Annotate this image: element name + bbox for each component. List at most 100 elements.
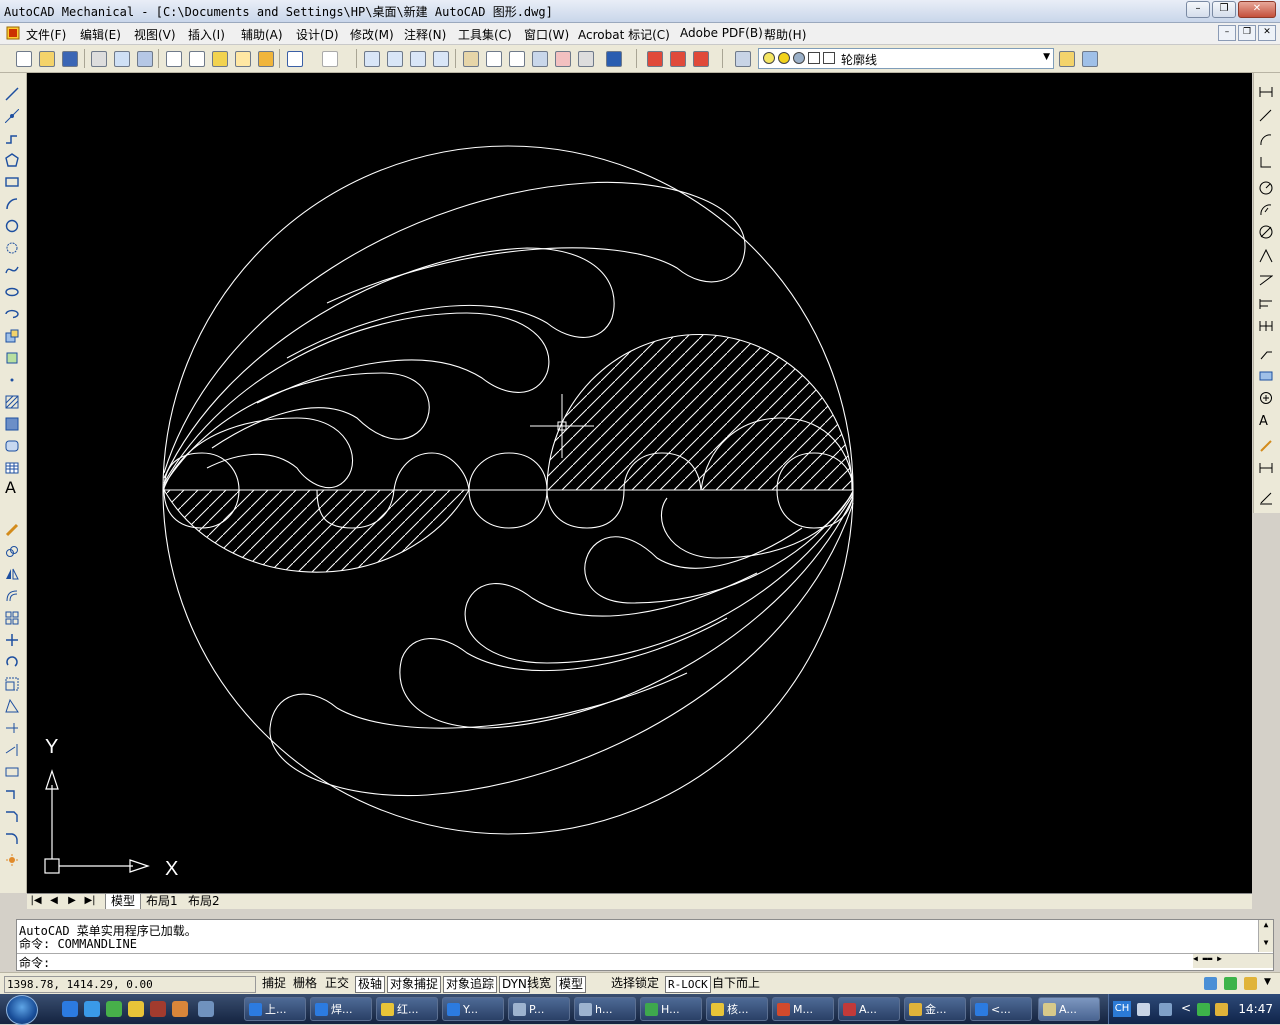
offset-icon[interactable]: [5, 589, 19, 603]
gradient-icon[interactable]: [5, 417, 19, 431]
move-icon[interactable]: [5, 633, 19, 647]
menu-toolsets[interactable]: 工具集(C): [458, 26, 512, 43]
region-icon[interactable]: [5, 439, 19, 453]
angular-dimension-icon[interactable]: [1259, 249, 1273, 263]
doc-restore-button[interactable]: ❐: [1238, 25, 1256, 41]
quick-dimension-icon[interactable]: [1259, 273, 1273, 287]
cut-icon[interactable]: [166, 51, 182, 67]
copy-object-icon[interactable]: [5, 545, 19, 559]
table-icon[interactable]: [5, 461, 19, 475]
layer-viewport-icon[interactable]: [793, 52, 805, 64]
layer-manager-icon[interactable]: [735, 51, 751, 67]
ortho-toggle[interactable]: 正交: [323, 976, 351, 991]
first-tab-icon[interactable]: |◀: [29, 895, 43, 906]
menu-adobe-pdf[interactable]: Adobe PDF(B): [680, 26, 763, 40]
trim-icon[interactable]: [5, 721, 19, 735]
continue-dimension-icon[interactable]: [1259, 319, 1273, 333]
save-icon[interactable]: [62, 51, 78, 67]
command-scrollbar[interactable]: ▲ ▼: [1258, 920, 1273, 952]
baseline-dimension-icon[interactable]: [1259, 297, 1273, 311]
taskbar-item[interactable]: <...: [970, 997, 1032, 1021]
copy-icon[interactable]: [189, 51, 205, 67]
radius-dimension-icon[interactable]: [1259, 181, 1273, 195]
volume-icon[interactable]: [1215, 1003, 1228, 1016]
spline-icon[interactable]: [5, 263, 19, 277]
taskbar-item-active[interactable]: A...: [1038, 997, 1100, 1021]
communication-center-icon[interactable]: [1204, 977, 1217, 990]
break-icon[interactable]: [5, 765, 19, 779]
next-tab-icon[interactable]: ▶: [65, 895, 79, 906]
dimension-style-icon[interactable]: [1259, 491, 1273, 505]
ellipse-icon[interactable]: [5, 285, 19, 299]
last-tab-icon[interactable]: ▶|: [83, 895, 97, 906]
multiline-text-icon[interactable]: A: [5, 480, 19, 496]
rectangle-icon[interactable]: [5, 175, 19, 189]
selection-lock-toggle[interactable]: 选择锁定: [609, 976, 661, 991]
taskbar-item[interactable]: A...: [838, 997, 900, 1021]
layer-on-icon[interactable]: [763, 52, 775, 64]
help-bubble-icon[interactable]: [1159, 1003, 1172, 1016]
taskbar-item[interactable]: M...: [772, 997, 834, 1021]
sheet-set-icon[interactable]: [532, 51, 548, 67]
doc-close-button[interactable]: ✕: [1258, 25, 1276, 41]
markup-icon[interactable]: [555, 51, 571, 67]
chevron-down-icon[interactable]: ▼: [1043, 52, 1050, 62]
aligned-dimension-icon[interactable]: [1259, 109, 1273, 123]
menu-insert[interactable]: 插入(I): [188, 26, 225, 43]
layer-dropdown[interactable]: 轮廓线 ▼: [758, 48, 1054, 69]
layer-states-icon[interactable]: [1082, 51, 1098, 67]
polygon-icon[interactable]: [5, 153, 19, 167]
menu-design[interactable]: 设计(D): [296, 26, 339, 43]
polyline-icon[interactable]: [5, 131, 19, 145]
tab-model[interactable]: 模型: [105, 894, 142, 910]
rotate-icon[interactable]: [5, 655, 19, 669]
clock[interactable]: 14:47: [1238, 1002, 1273, 1016]
fillet-icon[interactable]: [5, 831, 19, 845]
menu-assist[interactable]: 辅助(A): [241, 26, 283, 43]
ie-icon[interactable]: [62, 1001, 78, 1017]
zoom-realtime-icon[interactable]: [387, 51, 403, 67]
menu-file[interactable]: 文件(F): [26, 26, 66, 43]
line-icon[interactable]: [5, 87, 19, 101]
minimize-button[interactable]: –: [1186, 1, 1210, 18]
menu-annotate[interactable]: 注释(N): [404, 26, 446, 43]
bottom-up-toggle[interactable]: 自下而上: [710, 976, 762, 991]
otrack-toggle[interactable]: 对象追踪: [443, 976, 498, 993]
lock-icon[interactable]: [1244, 977, 1257, 990]
scale-icon[interactable]: [5, 677, 19, 691]
layer-freeze-icon[interactable]: [778, 52, 790, 64]
diameter-dimension-icon[interactable]: [1259, 225, 1273, 239]
menu-view[interactable]: 视图(V): [134, 26, 176, 43]
zoom-window-icon[interactable]: [410, 51, 426, 67]
network-icon[interactable]: [1197, 1003, 1210, 1016]
linear-dimension-icon[interactable]: [1259, 85, 1273, 99]
point-icon[interactable]: [5, 373, 19, 387]
pdf-review-icon[interactable]: [693, 51, 709, 67]
undo-icon[interactable]: [287, 51, 303, 67]
calculator-icon[interactable]: [578, 51, 594, 67]
folder-quick-icon[interactable]: [172, 1001, 188, 1017]
layer-previous-icon[interactable]: [1059, 51, 1075, 67]
grid-toggle[interactable]: 栅格: [291, 976, 319, 991]
hatch-icon[interactable]: [5, 395, 19, 409]
taskbar-item[interactable]: P...: [508, 997, 570, 1021]
design-center-icon[interactable]: [486, 51, 502, 67]
properties-icon[interactable]: [463, 51, 479, 67]
menu-edit[interactable]: 编辑(E): [80, 26, 121, 43]
zoom-previous-icon[interactable]: [433, 51, 449, 67]
open-icon[interactable]: [39, 51, 55, 67]
taskbar-item[interactable]: h...: [574, 997, 636, 1021]
extend-icon[interactable]: [5, 743, 19, 757]
insert-block-icon[interactable]: [5, 329, 19, 343]
command-input[interactable]: [61, 954, 1141, 967]
taskbar-item[interactable]: 核...: [706, 997, 768, 1021]
print-icon[interactable]: [91, 51, 107, 67]
help-icon[interactable]: [606, 51, 622, 67]
show-desktop-icon[interactable]: [198, 1001, 214, 1017]
quick-leader-icon[interactable]: [1259, 347, 1273, 361]
polar-toggle[interactable]: 极轴: [355, 976, 386, 993]
app-menu-icon[interactable]: [6, 26, 20, 43]
revision-cloud-icon[interactable]: [5, 241, 19, 255]
language-indicator[interactable]: CH: [1113, 1001, 1131, 1017]
taskbar-item[interactable]: Y...: [442, 997, 504, 1021]
